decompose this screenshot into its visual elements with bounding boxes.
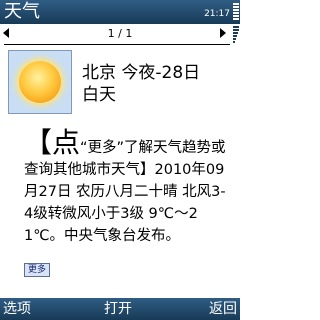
pager: 1 / 1 <box>0 24 240 44</box>
back-softkey[interactable]: 返回 <box>209 300 237 318</box>
softkey-bar: 选项 打开 返回 <box>0 298 240 320</box>
lead-char: 点 <box>52 126 81 159</box>
options-softkey[interactable]: 选项 <box>3 300 31 318</box>
divider <box>4 44 230 45</box>
sun-icon <box>19 61 61 103</box>
title-bar: 天气 21:17 <box>0 0 240 24</box>
page-indicator: 1 / 1 <box>107 27 133 40</box>
app-title: 天气 <box>4 1 40 22</box>
period-line: 白天 <box>82 85 116 105</box>
more-button[interactable]: 更多 <box>24 263 51 277</box>
clock: 21:17 <box>204 9 230 19</box>
sunny-icon <box>8 50 72 114</box>
next-page-arrow-icon[interactable] <box>220 28 226 38</box>
open-softkey[interactable]: 打开 <box>104 300 132 318</box>
bracket-open: 【 <box>24 126 53 159</box>
battery-icon <box>233 2 239 22</box>
location-line: 北京 今夜-28日 <box>82 63 201 83</box>
forecast-text: 【点“更多”了解天气趋势或查询其他城市天气】2010年09月27日 农历八月二十… <box>24 129 229 247</box>
